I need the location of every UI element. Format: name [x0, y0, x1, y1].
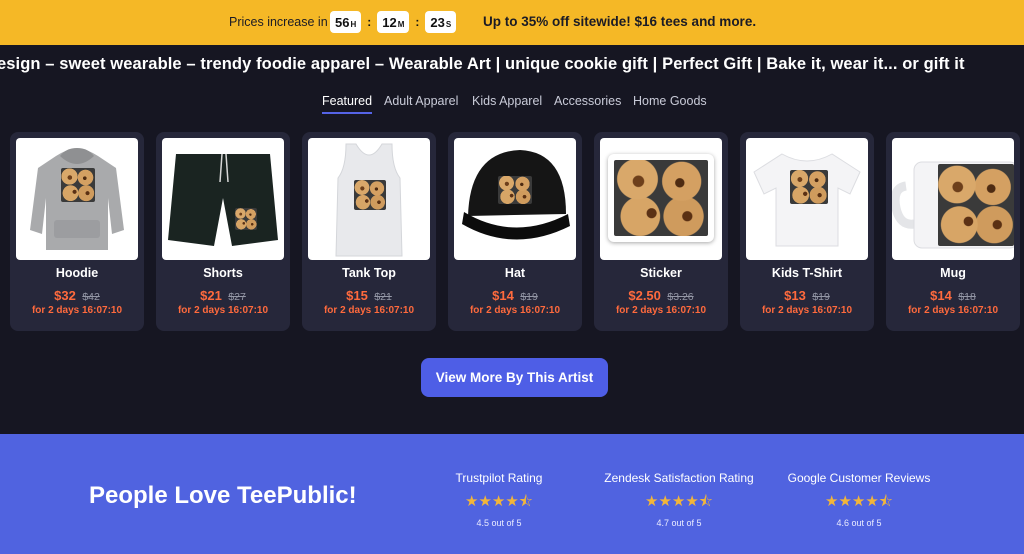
- product-name: Tank Top: [342, 266, 396, 280]
- promo-lead-text: Prices increase in: [229, 15, 328, 29]
- reviews-headline: People Love TeePublic!: [89, 482, 357, 509]
- tab-home-goods[interactable]: Home Goods: [633, 94, 707, 112]
- deal-countdown: for 2 days 16:07:10: [907, 305, 999, 316]
- timer-separator: :: [415, 15, 420, 29]
- product-name: Hat: [504, 266, 526, 280]
- product-prices: $21 $27: [200, 288, 246, 303]
- promo-bar: Prices increase in 56 H : 12 M : 23 S Up to…: [0, 0, 1024, 45]
- product-name: Shorts: [203, 266, 243, 280]
- product-name: Hoodie: [55, 266, 99, 280]
- hat-icon: [454, 138, 576, 260]
- product-prices: $2.50 $3.26: [628, 288, 694, 303]
- sticker-icon: [600, 138, 722, 260]
- product-name: Sticker: [640, 266, 682, 280]
- trustpilot-rating[interactable]: Trustpilot Rating ★★★★⯪ 4.5 out of 5: [452, 471, 546, 528]
- tab-adult-apparel[interactable]: Adult Apparel: [384, 94, 458, 112]
- star-rating-icon: ★★★★⯪: [465, 493, 533, 510]
- shorts-icon: [162, 138, 284, 260]
- deal-countdown: for 2 days 16:07:10: [761, 305, 853, 316]
- product-prices: $13 $19: [784, 288, 830, 303]
- star-rating-icon: ★★★★⯪: [825, 493, 893, 510]
- category-tabs: Featured Adult Apparel Kids Apparel Acce…: [0, 94, 1024, 118]
- google-reviews-rating[interactable]: Google Customer Reviews ★★★★⯪ 4.6 out of…: [785, 471, 933, 528]
- hoodie-icon: [16, 138, 138, 260]
- star-rating-icon: ★★★★⯪: [645, 493, 713, 510]
- deal-countdown: for 2 days 16:07:10: [31, 305, 123, 316]
- product-prices: $14 $19: [492, 288, 538, 303]
- mug-icon: [892, 138, 1014, 260]
- tagline-marquee: esign – sweet wearable – trendy foodie a…: [0, 55, 965, 73]
- product-card-kids-t-shirt[interactable]: Kids T-Shirt $13 $19 for 2 days 16:07:10: [740, 132, 874, 331]
- product-card-tank-top[interactable]: Tank Top $15 $21 for 2 days 16:07:10: [302, 132, 436, 331]
- tab-accessories[interactable]: Accessories: [554, 94, 621, 112]
- product-card-shorts[interactable]: Shorts $21 $27 for 2 days 16:07:10: [156, 132, 290, 331]
- product-card-mug[interactable]: Mug $14 $18 for 2 days 16:07:10: [886, 132, 1020, 331]
- tank-top-icon: [308, 138, 430, 260]
- countdown-timer: 56 H : 12 M : 23 S: [330, 11, 457, 33]
- deal-countdown: for 2 days 16:07:10: [615, 305, 707, 316]
- product-card-hat[interactable]: Hat $14 $19 for 2 days 16:07:10: [448, 132, 582, 331]
- product-prices: $32 $42: [54, 288, 100, 303]
- timer-minutes: 12 M: [377, 11, 410, 33]
- product-name: Mug: [940, 266, 966, 280]
- promo-offer-link[interactable]: Up to 35% off sitewide! $16 tees and mor…: [483, 14, 756, 29]
- zendesk-rating[interactable]: Zendesk Satisfaction Rating ★★★★⯪ 4.7 ou…: [600, 471, 758, 528]
- product-card-hoodie[interactable]: Hoodie $32 $42 for 2 days 16:07:10: [10, 132, 144, 331]
- deal-countdown: for 2 days 16:07:10: [469, 305, 561, 316]
- product-card-sticker[interactable]: Sticker $2.50 $3.26 for 2 days 16:07:10: [594, 132, 728, 331]
- product-prices: $15 $21: [346, 288, 392, 303]
- timer-seconds: 23 S: [425, 11, 457, 33]
- timer-hours: 56 H: [330, 11, 362, 33]
- product-prices: $14 $18: [930, 288, 976, 303]
- tab-kids-apparel[interactable]: Kids Apparel: [472, 94, 542, 112]
- deal-countdown: for 2 days 16:07:10: [177, 305, 269, 316]
- t-shirt-icon: [746, 138, 868, 260]
- timer-separator: :: [367, 15, 372, 29]
- view-more-by-artist-button[interactable]: View More By This Artist: [421, 358, 608, 397]
- tab-featured[interactable]: Featured: [322, 94, 373, 114]
- deal-countdown: for 2 days 16:07:10: [323, 305, 415, 316]
- product-name: Kids T-Shirt: [771, 266, 843, 280]
- reviews-section: People Love TeePublic! Trustpilot Rating…: [0, 434, 1024, 554]
